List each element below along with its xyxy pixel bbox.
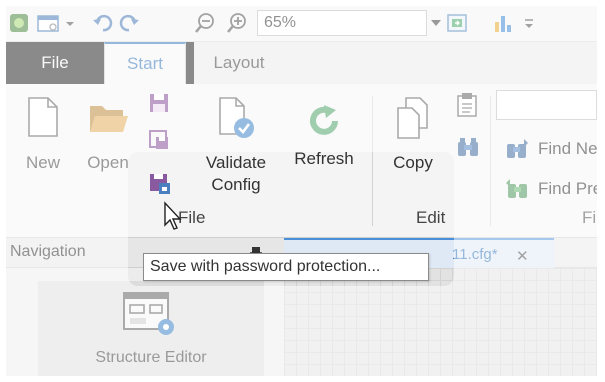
application-window: 65% File Start Layout New Open Validate … (6, 6, 597, 376)
find-next-label: Find Ne (538, 139, 597, 158)
copy-label: Copy (393, 153, 433, 172)
validate-config-button[interactable]: Validate Config (196, 96, 276, 196)
structure-editor-icon (122, 291, 178, 344)
find-previous-button[interactable]: Find Pre (506, 178, 597, 200)
edit-group-label: Edit (416, 208, 446, 227)
app-icon[interactable] (8, 12, 30, 34)
refresh-icon (288, 96, 360, 138)
customize-icon[interactable] (522, 12, 536, 34)
new-document-icon (16, 96, 70, 138)
close-icon[interactable]: ✕ (516, 247, 529, 265)
zoom-level-value: 65% (264, 14, 297, 31)
undo-icon[interactable] (92, 12, 114, 34)
save-password-tooltip: Save with password protection... (143, 253, 429, 281)
tab-layout[interactable]: Layout (194, 42, 284, 84)
fit-page-icon[interactable] (446, 12, 468, 34)
zoom-level-input[interactable]: 65% (257, 10, 427, 36)
refresh-button[interactable]: Refresh (288, 96, 360, 170)
copy-button[interactable]: Copy (384, 96, 442, 174)
validate-label-line2: Config (211, 175, 261, 194)
tab-file[interactable]: File (6, 42, 104, 84)
tab-bar-filler (284, 42, 597, 84)
tab-start[interactable]: Start (104, 42, 186, 84)
redo-icon[interactable] (118, 12, 140, 34)
new-button[interactable]: New (16, 96, 70, 174)
mouse-cursor-icon (163, 201, 183, 231)
find-previous-label: Find Pre (538, 179, 597, 198)
new-label: New (25, 153, 60, 172)
validate-document-icon (196, 96, 276, 140)
paste-icon[interactable] (456, 92, 478, 118)
chart-icon[interactable] (492, 12, 514, 34)
save-with-password-icon[interactable] (148, 172, 172, 196)
folder-icon (80, 96, 136, 138)
new-window-icon[interactable] (36, 12, 76, 34)
ribbon-panel: New Open Validate Config Refresh File Co… (6, 84, 597, 238)
find-next-icon (507, 139, 528, 158)
structure-editor-button[interactable]: Structure Editor (38, 281, 264, 376)
copy-icon (384, 96, 442, 140)
save-as-icon[interactable] (148, 129, 170, 151)
zoom-dropdown-icon[interactable] (429, 12, 443, 34)
find-previous-icon (506, 179, 527, 198)
zoom-out-icon[interactable] (194, 12, 216, 34)
navigation-title: Navigation (10, 243, 86, 260)
structure-editor-label: Structure Editor (95, 349, 207, 366)
document-tab-title: 11.cfg* (452, 246, 498, 263)
group-separator (490, 96, 491, 226)
find-input[interactable] (496, 90, 597, 120)
ribbon-tab-bar: File Start Layout (6, 42, 597, 84)
zoom-in-icon[interactable] (226, 12, 248, 34)
refresh-label: Refresh (294, 149, 354, 168)
open-button[interactable]: Open (80, 96, 136, 174)
save-icon[interactable] (148, 92, 170, 114)
quick-access-toolbar: 65% (6, 6, 597, 42)
find-next-button[interactable]: Find Ne (506, 138, 597, 160)
find-binoculars-icon[interactable] (456, 136, 480, 158)
find-group-label: Fi (582, 208, 597, 227)
tooltip-text: Save with password protection... (150, 258, 381, 275)
open-label: Open (87, 153, 129, 172)
group-separator (372, 96, 373, 226)
validate-label-line1: Validate (205, 153, 267, 172)
editor-canvas[interactable] (284, 268, 597, 376)
